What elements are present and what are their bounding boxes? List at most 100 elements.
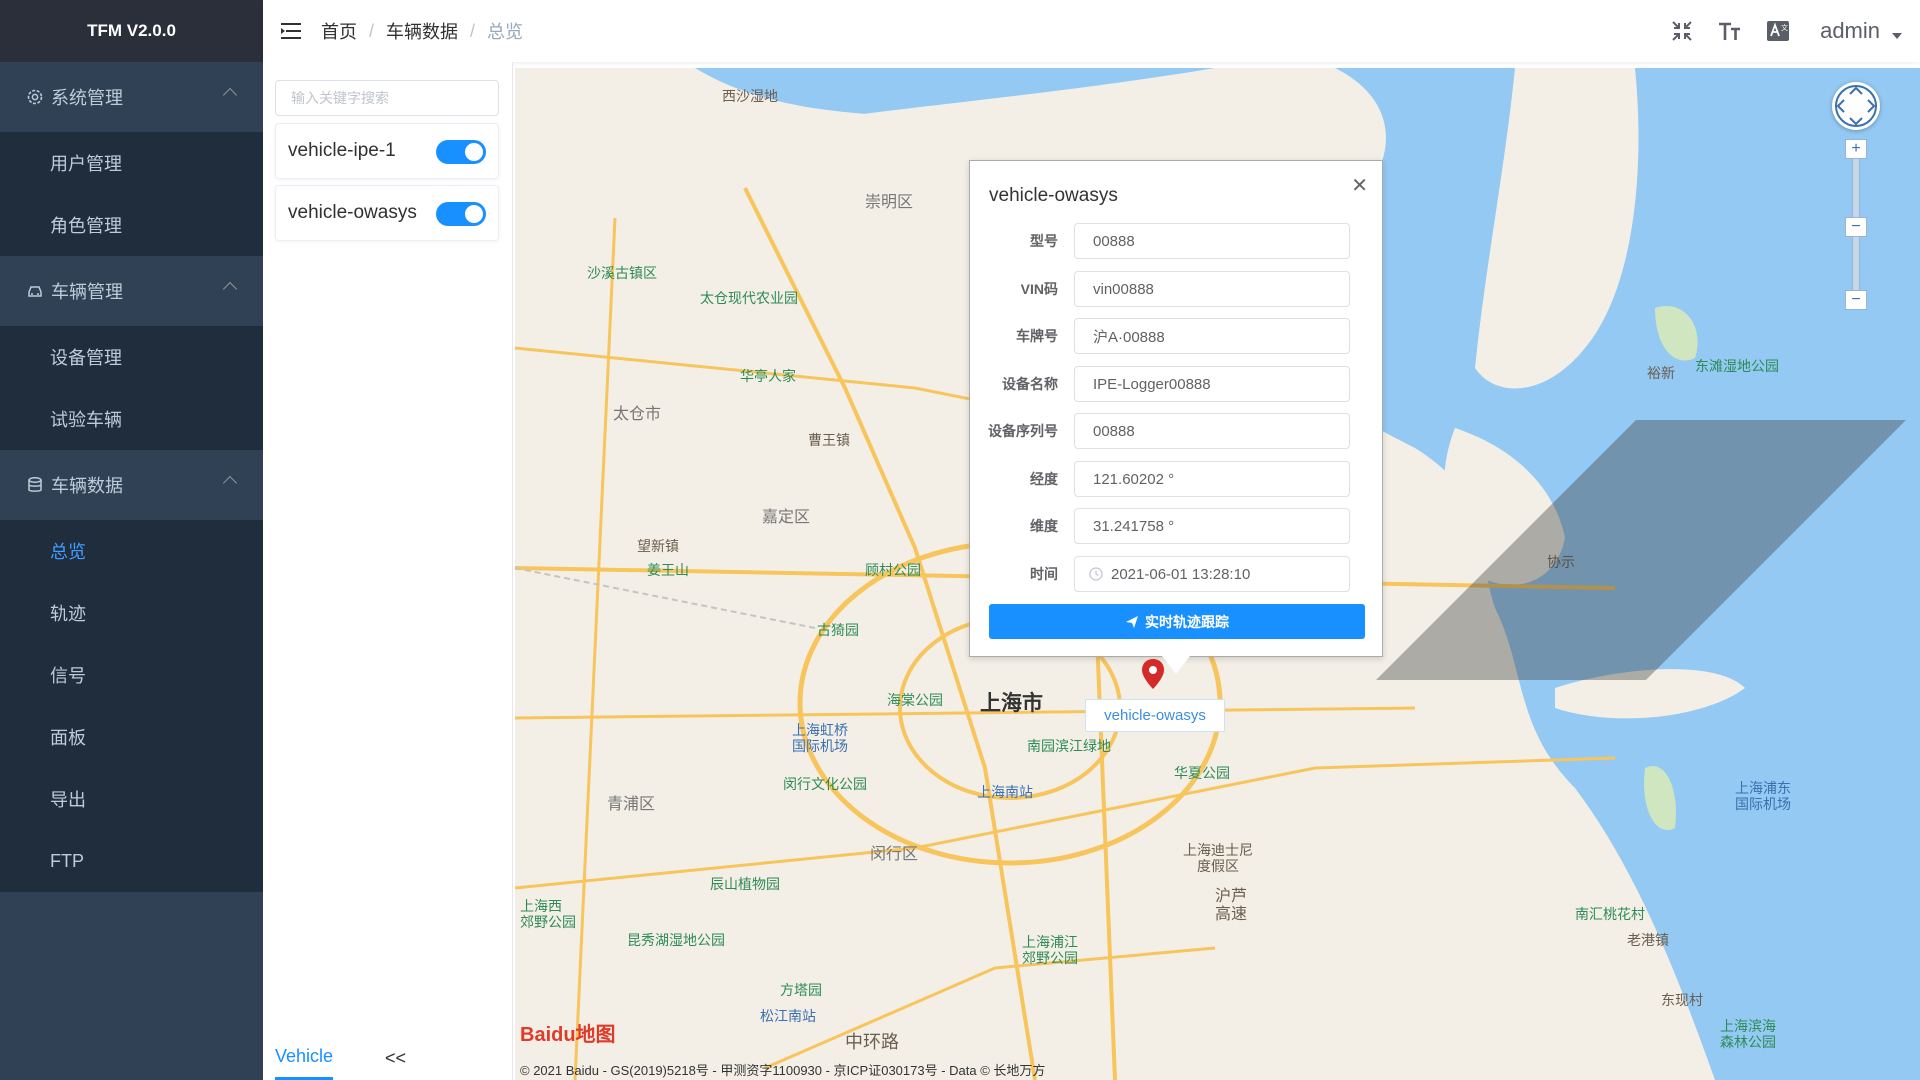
- map-label: 上海南站: [977, 784, 1033, 800]
- vehicle-name: vehicle-owasys: [288, 202, 417, 223]
- vehicle-name: vehicle-ipe-1: [288, 140, 396, 161]
- map-label: 姜王山: [647, 562, 689, 578]
- field-row-model: 型号 00888: [970, 223, 1384, 259]
- svg-text:文: 文: [1781, 23, 1788, 32]
- field-value: 31.241758 °: [1074, 508, 1350, 544]
- top-navbar: 首页 / 车辆数据 / 总览 文 admin: [263, 0, 1920, 62]
- fullscreen-exit-icon[interactable]: [1658, 0, 1706, 62]
- breadcrumb-home[interactable]: 首页: [321, 18, 357, 44]
- map-label: 东现村: [1661, 992, 1703, 1008]
- breadcrumb-separator: /: [369, 20, 375, 41]
- menu-group-label: 系统管理: [51, 88, 123, 108]
- breadcrumb-current: 总览: [487, 22, 524, 42]
- car-icon: [25, 281, 45, 301]
- app-logo-title: TFM V2.0.0: [0, 0, 263, 62]
- user-dropdown[interactable]: admin: [1820, 18, 1902, 44]
- field-row-time: 时间 2021-06-01 13:28:10: [970, 556, 1384, 592]
- map-label: 崇明区: [865, 194, 914, 211]
- menu-item-roles[interactable]: 角色管理: [0, 194, 263, 256]
- menu-item-test-vehicles[interactable]: 试验车辆: [0, 388, 263, 450]
- map-label: 上海西 郊野公园: [520, 898, 576, 930]
- map-pan-control[interactable]: [1832, 82, 1880, 130]
- map-label: 上海滨海 森林公园: [1720, 1018, 1776, 1050]
- clock-icon: [1089, 567, 1103, 581]
- field-label: 设备名称: [1002, 376, 1058, 392]
- breadcrumb-separator: /: [470, 20, 476, 41]
- menu-item-export[interactable]: 导出: [0, 768, 263, 830]
- map-label: 上海虹桥 国际机场: [792, 722, 848, 754]
- breadcrumb: 首页 / 车辆数据 / 总览: [321, 18, 523, 44]
- map-label: 西沙湿地: [722, 88, 778, 104]
- field-row-latitude: 维度 31.241758 °: [970, 508, 1384, 544]
- baidu-map-logo: Baidu地图: [520, 1024, 616, 1046]
- field-value: 00888: [1074, 223, 1350, 259]
- username: admin: [1820, 18, 1880, 43]
- submenu-vehicle-data: 总览 轨迹 信号 面板 导出 FTP: [0, 520, 263, 892]
- vehicle-info-popup: vehicle-owasys ✕ 型号 00888 VIN码 vin00888 …: [969, 160, 1383, 657]
- panel-tabs: Vehicle <<: [275, 1036, 505, 1080]
- map-label: 裕新: [1647, 365, 1675, 381]
- vehicle-toggle[interactable]: [436, 140, 486, 164]
- menu-item-devices[interactable]: 设备管理: [0, 326, 263, 388]
- field-label: 车牌号: [1016, 328, 1058, 344]
- field-row-serial: 设备序列号 00888: [970, 413, 1384, 449]
- realtime-track-button[interactable]: 实时轨迹跟踪: [989, 604, 1365, 639]
- font-size-icon[interactable]: [1706, 0, 1754, 62]
- collapse-button[interactable]: <<: [385, 1048, 406, 1069]
- vehicle-item[interactable]: vehicle-owasys: [275, 185, 499, 241]
- close-icon[interactable]: ✕: [1351, 173, 1368, 198]
- menu-group-vehicle-data[interactable]: 车辆数据: [0, 450, 263, 520]
- zoom-in-button[interactable]: +: [1845, 139, 1867, 159]
- map-label: 华亭人家: [740, 368, 796, 384]
- zoom-handle[interactable]: −: [1845, 217, 1867, 237]
- popup-pointer: [1162, 656, 1190, 674]
- vehicle-item[interactable]: vehicle-ipe-1: [275, 123, 499, 179]
- vehicle-marker-icon[interactable]: [1142, 659, 1164, 694]
- field-value: IPE-Logger00888: [1074, 366, 1350, 402]
- menu-item-track[interactable]: 轨迹: [0, 582, 263, 644]
- map-label: 华夏公园: [1174, 765, 1230, 781]
- menu-item-panel[interactable]: 面板: [0, 706, 263, 768]
- menu-group-system[interactable]: 系统管理: [0, 62, 263, 132]
- map-label: 上海迪士尼 度假区: [1183, 842, 1253, 874]
- chevron-up-icon: [222, 475, 238, 491]
- menu-item-overview[interactable]: 总览: [0, 520, 263, 582]
- map-label: 老港镇: [1627, 932, 1669, 948]
- map-label: 松江南站: [760, 1008, 816, 1024]
- field-row-plate: 车牌号 沪A·00888: [970, 318, 1384, 354]
- map-label: 沪芦 高速: [1215, 888, 1248, 923]
- search-input[interactable]: [275, 80, 499, 116]
- map-label: 上海浦东 国际机场: [1735, 780, 1791, 812]
- field-label: 设备序列号: [988, 423, 1058, 439]
- vehicle-map-label[interactable]: vehicle-owasys: [1085, 699, 1225, 732]
- map-label: 闵行区: [870, 846, 919, 863]
- map-label: 海棠公园: [887, 692, 943, 708]
- zoom-out-button[interactable]: −: [1845, 290, 1867, 310]
- sidebar: TFM V2.0.0 系统管理 用户管理 角色管理 车辆管理 设备管理 试验车辆…: [0, 0, 263, 1080]
- tab-vehicle[interactable]: Vehicle: [275, 1036, 333, 1080]
- map-label: 嘉定区: [762, 509, 811, 526]
- map-label: 南园滨江绿地: [1027, 738, 1111, 754]
- language-icon[interactable]: 文: [1754, 0, 1802, 62]
- map-copyright: © 2021 Baidu - GS(2019)5218号 - 甲测资字11009…: [520, 1063, 1046, 1078]
- field-row-device-name: 设备名称 IPE-Logger00888: [970, 366, 1384, 402]
- menu-group-vehicle-mgmt[interactable]: 车辆管理: [0, 256, 263, 326]
- field-label: 维度: [1030, 518, 1058, 534]
- breadcrumb-vehicle-data[interactable]: 车辆数据: [386, 18, 458, 44]
- map-label: 青浦区: [607, 796, 656, 813]
- submenu-vehicle-mgmt: 设备管理 试验车辆: [0, 326, 263, 450]
- map-label: 曹王镇: [808, 432, 850, 448]
- menu-item-ftp[interactable]: FTP: [0, 830, 263, 892]
- chevron-up-icon: [222, 87, 238, 103]
- field-value: 121.60202 °: [1074, 461, 1350, 497]
- map-label: 闵行文化公园: [783, 776, 867, 792]
- popup-title: vehicle-owasys: [989, 185, 1118, 206]
- map-label: 太仓现代农业园: [700, 290, 798, 306]
- menu-item-signal[interactable]: 信号: [0, 644, 263, 706]
- time-text: 2021-06-01 13:28:10: [1111, 565, 1251, 583]
- field-label: 型号: [1030, 233, 1058, 249]
- menu-item-users[interactable]: 用户管理: [0, 132, 263, 194]
- vehicle-toggle[interactable]: [436, 202, 486, 226]
- toggle-knob: [465, 205, 483, 223]
- hamburger-icon[interactable]: [263, 0, 321, 62]
